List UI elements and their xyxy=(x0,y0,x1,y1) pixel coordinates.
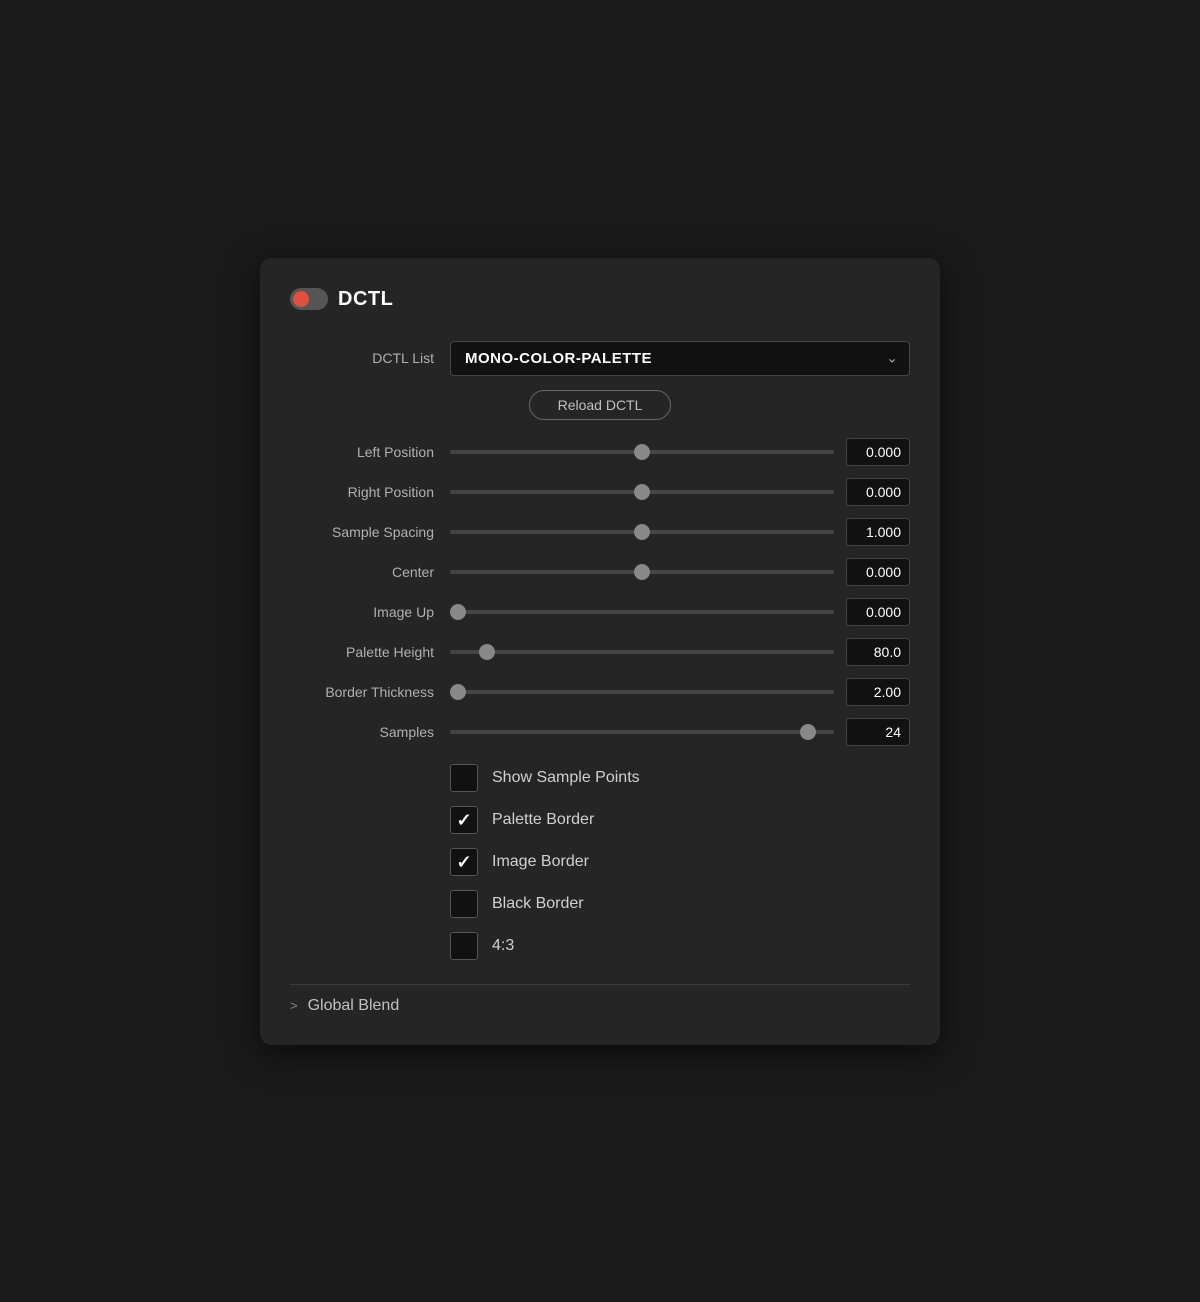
dctl-list-select[interactable]: MONO-COLOR-PALETTE xyxy=(450,341,910,376)
slider-container-image-up xyxy=(450,610,834,614)
checkbox-row-palette-border: ✓ Palette Border xyxy=(450,802,910,838)
slider-container-left-position xyxy=(450,450,834,454)
expand-icon: > xyxy=(290,998,298,1013)
checkbox-4-3[interactable] xyxy=(450,932,478,960)
slider-row-sample-spacing: Sample Spacing 1.000 xyxy=(290,512,910,552)
global-blend-label: Global Blend xyxy=(308,997,400,1015)
global-blend-row[interactable]: > Global Blend xyxy=(290,997,910,1015)
slider-image-up[interactable] xyxy=(450,610,834,614)
checkmark-icon: ✓ xyxy=(456,811,471,829)
value-box-border-thickness[interactable]: 2.00 xyxy=(846,678,910,706)
checkbox-label-4-3: 4:3 xyxy=(492,937,514,955)
panel-header: DCTL xyxy=(290,288,910,311)
panel-title: DCTL xyxy=(338,288,393,311)
dctl-panel: DCTL DCTL List MONO-COLOR-PALETTE ⌄ Relo… xyxy=(260,258,940,1045)
slider-border-thickness[interactable] xyxy=(450,690,834,694)
dctl-list-select-wrapper: MONO-COLOR-PALETTE ⌄ xyxy=(450,341,910,376)
reload-row: Reload DCTL xyxy=(290,390,910,420)
slider-container-border-thickness xyxy=(450,690,834,694)
checkbox-label-palette-border: Palette Border xyxy=(492,811,594,829)
slider-label-sample-spacing: Sample Spacing xyxy=(290,524,450,540)
slider-palette-height[interactable] xyxy=(450,650,834,654)
slider-row-border-thickness: Border Thickness 2.00 xyxy=(290,672,910,712)
slider-center[interactable] xyxy=(450,570,834,574)
checkbox-row-4-3: 4:3 xyxy=(450,928,910,964)
slider-label-palette-height: Palette Height xyxy=(290,644,450,660)
slider-label-right-position: Right Position xyxy=(290,484,450,500)
slider-container-samples xyxy=(450,730,834,734)
slider-container-right-position xyxy=(450,490,834,494)
slider-label-left-position: Left Position xyxy=(290,444,450,460)
checkboxes-section: Show Sample Points ✓ Palette Border ✓ Image … xyxy=(290,760,910,964)
slider-container-center xyxy=(450,570,834,574)
checkbox-label-black-border: Black Border xyxy=(492,895,584,913)
checkbox-show-sample-points[interactable] xyxy=(450,764,478,792)
dctl-list-row: DCTL List MONO-COLOR-PALETTE ⌄ xyxy=(290,335,910,382)
reload-dctl-button[interactable]: Reload DCTL xyxy=(529,390,672,420)
value-box-center[interactable]: 0.000 xyxy=(846,558,910,586)
checkbox-row-image-border: ✓ Image Border xyxy=(450,844,910,880)
slider-left-position[interactable] xyxy=(450,450,834,454)
checkbox-row-show-sample-points: Show Sample Points xyxy=(450,760,910,796)
slider-samples[interactable] xyxy=(450,730,834,734)
sliders-section: Left Position 0.000 Right Position 0.000 Sam… xyxy=(290,432,910,752)
dctl-list-label: DCTL List xyxy=(290,350,450,366)
value-box-right-position[interactable]: 0.000 xyxy=(846,478,910,506)
checkbox-palette-border[interactable]: ✓ xyxy=(450,806,478,834)
slider-label-center: Center xyxy=(290,564,450,580)
slider-sample-spacing[interactable] xyxy=(450,530,834,534)
slider-right-position[interactable] xyxy=(450,490,834,494)
slider-label-samples: Samples xyxy=(290,724,450,740)
slider-container-palette-height xyxy=(450,650,834,654)
value-box-samples[interactable]: 24 xyxy=(846,718,910,746)
slider-row-right-position: Right Position 0.000 xyxy=(290,472,910,512)
slider-row-samples: Samples 24 xyxy=(290,712,910,752)
value-box-sample-spacing[interactable]: 1.000 xyxy=(846,518,910,546)
toggle-knob xyxy=(293,291,309,307)
checkbox-black-border[interactable] xyxy=(450,890,478,918)
panel-toggle[interactable] xyxy=(290,288,328,310)
value-box-image-up[interactable]: 0.000 xyxy=(846,598,910,626)
slider-container-sample-spacing xyxy=(450,530,834,534)
slider-row-palette-height: Palette Height 80.0 xyxy=(290,632,910,672)
checkbox-row-black-border: Black Border xyxy=(450,886,910,922)
slider-row-image-up: Image Up 0.000 xyxy=(290,592,910,632)
checkbox-label-show-sample-points: Show Sample Points xyxy=(492,769,640,787)
checkbox-label-image-border: Image Border xyxy=(492,853,589,871)
section-divider xyxy=(290,984,910,985)
checkmark-icon: ✓ xyxy=(456,853,471,871)
slider-label-border-thickness: Border Thickness xyxy=(290,684,450,700)
slider-label-image-up: Image Up xyxy=(290,604,450,620)
value-box-left-position[interactable]: 0.000 xyxy=(846,438,910,466)
slider-row-center: Center 0.000 xyxy=(290,552,910,592)
checkbox-image-border[interactable]: ✓ xyxy=(450,848,478,876)
value-box-palette-height[interactable]: 80.0 xyxy=(846,638,910,666)
slider-row-left-position: Left Position 0.000 xyxy=(290,432,910,472)
